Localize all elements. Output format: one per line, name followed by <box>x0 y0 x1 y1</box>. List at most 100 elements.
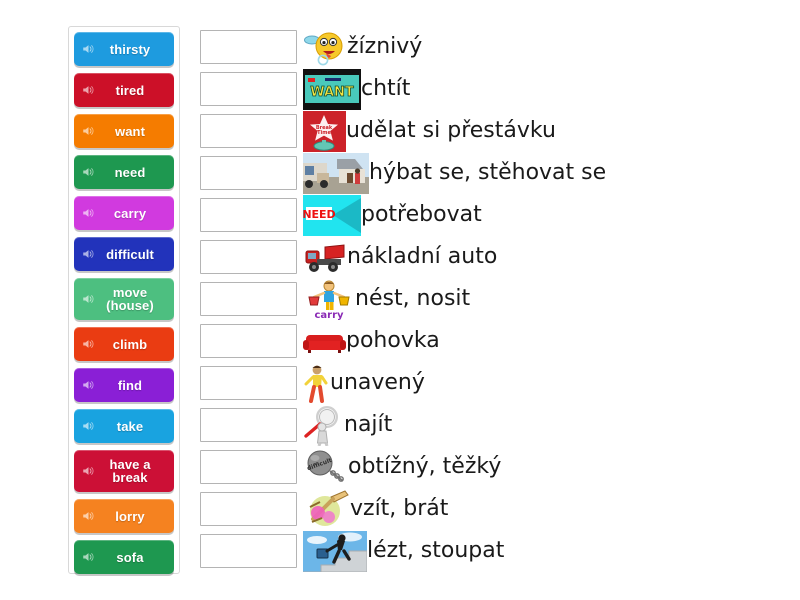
word-tile-label: lorry <box>115 508 145 524</box>
speaker-icon[interactable] <box>82 166 95 178</box>
svg-text:carry: carry <box>314 310 344 320</box>
word-tile-label: difficult <box>106 246 154 262</box>
tired-person-image <box>303 362 330 404</box>
dropzone-6[interactable] <box>200 240 297 274</box>
word-tile-take[interactable]: take <box>74 409 174 443</box>
dropzone-11[interactable] <box>200 450 297 484</box>
dropzone-row <box>200 26 297 68</box>
answer-row: lézt, stoupat <box>303 530 783 572</box>
word-tiles-panel: thirsty tired want need carry difficult move (… <box>68 26 180 574</box>
speaker-icon[interactable] <box>82 248 95 260</box>
answer-row: žíznivý <box>303 26 783 68</box>
dropzone-column <box>200 26 297 572</box>
magnifier-figure-image <box>303 404 344 446</box>
want-tv-screen-image: WANT <box>303 68 361 110</box>
dropzone-13[interactable] <box>200 534 297 568</box>
answer-row: Break Time udělat si přestávku <box>303 110 783 152</box>
speaker-icon[interactable] <box>82 84 95 96</box>
answer-translation-text: hýbat se, stěhovat se <box>369 160 607 185</box>
answer-row: difficult obtížný, těžký <box>303 446 783 488</box>
svg-text:WANT: WANT <box>310 85 354 100</box>
word-tile-label: sofa <box>116 549 144 565</box>
answer-translation-text: unavený <box>330 370 425 395</box>
dropzone-row <box>200 152 297 194</box>
dropzone-row <box>200 320 297 362</box>
dropzone-3[interactable] <box>200 114 297 148</box>
word-tile-lorry[interactable]: lorry <box>74 499 174 533</box>
dropzone-row <box>200 404 297 446</box>
carry-buckets-child-image: carry <box>303 278 355 320</box>
dropzone-row <box>200 194 297 236</box>
speaker-icon[interactable] <box>82 465 95 477</box>
dropzone-row <box>200 110 297 152</box>
word-tile-want[interactable]: want <box>74 114 174 148</box>
dropzone-row <box>200 362 297 404</box>
answer-translation-text: nést, nosit <box>355 286 471 311</box>
speaker-icon[interactable] <box>82 510 95 522</box>
answer-translation-text: udělat si přestávku <box>346 118 556 143</box>
answer-column: žíznivý WANT chtít Break Time udělat si přest… <box>303 26 783 572</box>
dropzone-7[interactable] <box>200 282 297 316</box>
word-tile-tired[interactable]: tired <box>74 73 174 107</box>
answer-translation-text: potřebovat <box>361 202 482 227</box>
dropzone-8[interactable] <box>200 324 297 358</box>
answer-translation-text: vzít, brát <box>350 496 449 521</box>
answer-row: hýbat se, stěhovat se <box>303 152 783 194</box>
answer-translation-text: žíznivý <box>347 34 423 59</box>
answer-row: NEED potřebovat <box>303 194 783 236</box>
answer-row: WANT chtít <box>303 68 783 110</box>
word-tile-need[interactable]: need <box>74 155 174 189</box>
word-tile-label: climb <box>112 336 148 352</box>
speaker-icon[interactable] <box>82 43 95 55</box>
dropzone-2[interactable] <box>200 72 297 106</box>
word-tile-carry[interactable]: carry <box>74 196 174 230</box>
dropzone-1[interactable] <box>200 30 297 64</box>
dropzone-9[interactable] <box>200 366 297 400</box>
word-tile-difficult[interactable]: difficult <box>74 237 174 271</box>
word-tile-label: find <box>117 377 143 393</box>
answer-translation-text: chtít <box>361 76 411 101</box>
answer-row: pohovka <box>303 320 783 362</box>
answer-row: carry nést, nosit <box>303 278 783 320</box>
answer-translation-text: nákladní auto <box>347 244 498 269</box>
answer-row: unavený <box>303 362 783 404</box>
speaker-icon[interactable] <box>82 379 95 391</box>
answer-row: nákladní auto <box>303 236 783 278</box>
answer-translation-text: obtížný, těžký <box>348 454 502 479</box>
dropzone-row <box>200 530 297 572</box>
speaker-icon[interactable] <box>82 125 95 137</box>
take-bat-money-image <box>303 488 350 530</box>
speaker-icon[interactable] <box>82 551 95 563</box>
need-banner-image: NEED <box>303 194 361 236</box>
answer-translation-text: lézt, stoupat <box>367 538 505 563</box>
word-tile-have-a-break[interactable]: have a break <box>74 450 174 492</box>
dropzone-10[interactable] <box>200 408 297 442</box>
answer-row: vzít, brát <box>303 488 783 530</box>
moving-house-truck-image <box>303 152 369 194</box>
dropzone-row <box>200 446 297 488</box>
speaker-icon[interactable] <box>82 338 95 350</box>
word-tile-move-house[interactable]: move (house) <box>74 278 174 320</box>
dropzone-4[interactable] <box>200 156 297 190</box>
word-tile-label: thirsty <box>109 41 151 57</box>
speaker-icon[interactable] <box>82 293 95 305</box>
word-tile-sofa[interactable]: sofa <box>74 540 174 574</box>
word-tile-label: carry <box>113 205 147 221</box>
ball-and-chain-image: difficult <box>303 446 348 488</box>
speaker-icon[interactable] <box>82 207 95 219</box>
climbing-stairs-image <box>303 530 367 572</box>
red-dump-truck-image <box>303 236 347 278</box>
word-tile-thirsty[interactable]: thirsty <box>74 32 174 66</box>
dropzone-row <box>200 278 297 320</box>
word-tile-list: thirsty tired want need carry difficult move (… <box>74 32 174 574</box>
red-sofa-image <box>303 320 346 362</box>
word-tile-climb[interactable]: climb <box>74 327 174 361</box>
word-tile-find[interactable]: find <box>74 368 174 402</box>
dropzone-5[interactable] <box>200 198 297 232</box>
answer-translation-text: pohovka <box>346 328 440 353</box>
speaker-icon[interactable] <box>82 420 95 432</box>
word-tile-label: have a break <box>109 457 151 485</box>
svg-text:Time: Time <box>317 130 331 136</box>
dropzone-12[interactable] <box>200 492 297 526</box>
answer-translation-text: najít <box>344 412 393 437</box>
